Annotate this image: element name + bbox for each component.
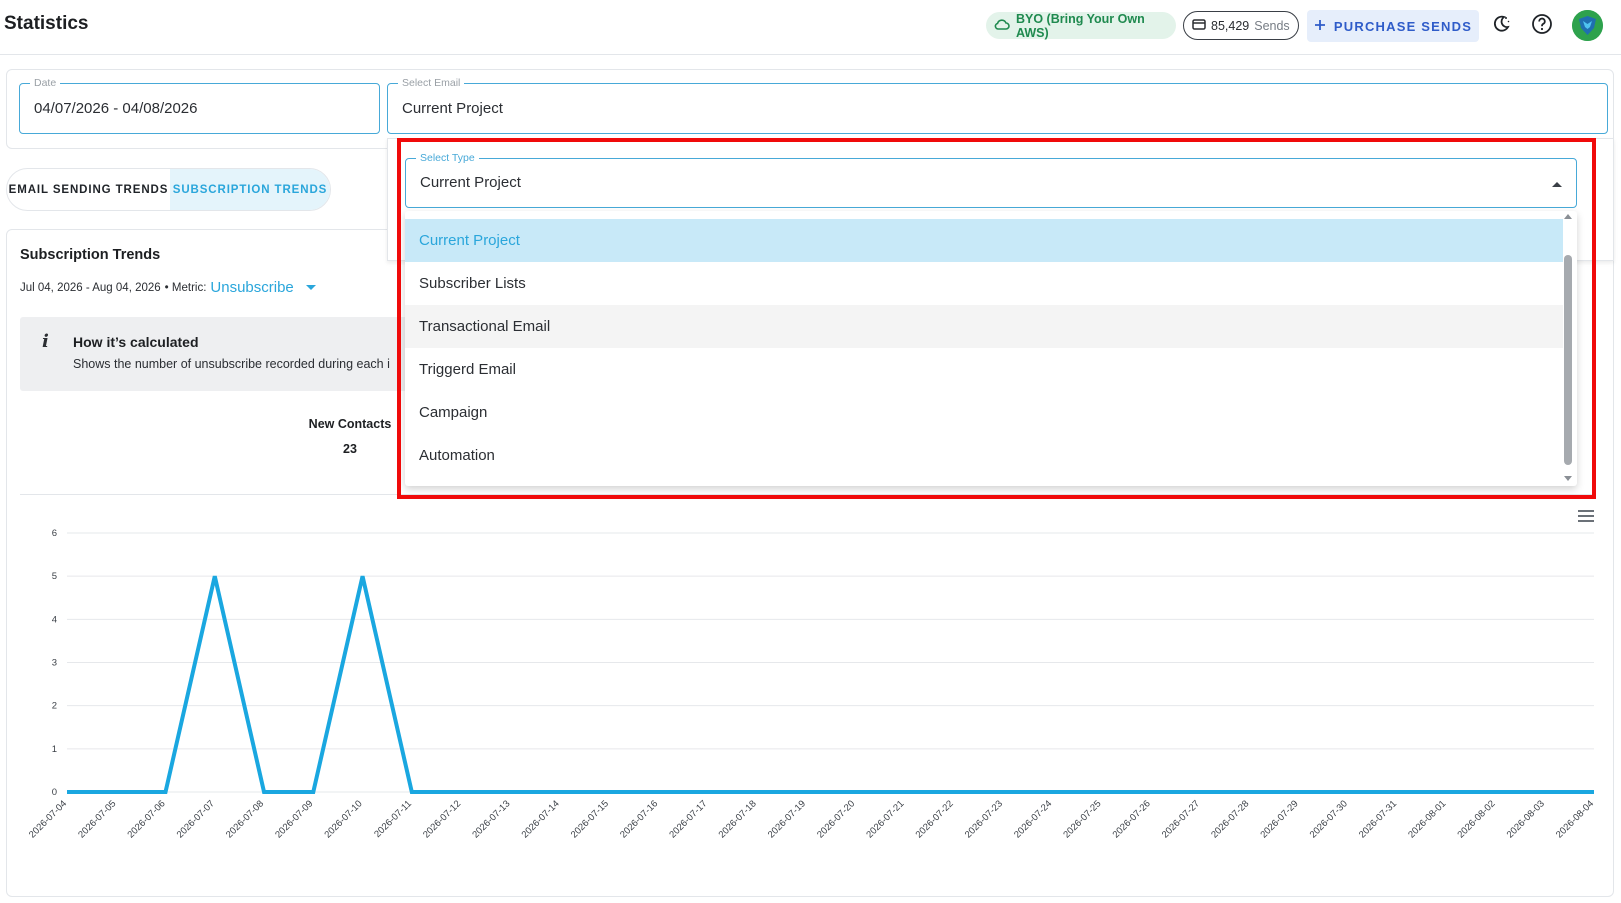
x-tick-label: 2026-07-07: [175, 798, 217, 840]
page-title: Statistics: [4, 13, 89, 34]
select-email-value: Current Project: [402, 100, 503, 117]
cloud-icon: [994, 18, 1010, 33]
plus-icon: [1314, 19, 1326, 34]
metric-select[interactable]: Unsubscribe: [210, 279, 293, 296]
y-tick-label: 0: [52, 787, 57, 798]
x-tick-label: 2026-07-05: [76, 798, 118, 840]
info-icon: i: [42, 331, 49, 352]
app-header: Statistics BYO (Bring Your Own AWS) 85,4…: [0, 0, 1621, 55]
x-tick-label: 2026-07-30: [1308, 798, 1350, 840]
y-tick-label: 2: [52, 701, 57, 712]
x-tick-label: 2026-07-09: [273, 798, 315, 840]
x-tick-label: 2026-07-23: [963, 798, 1005, 840]
trends-range: Jul 04, 2026 - Aug 04, 2026: [20, 281, 161, 294]
date-field-value: 04/07/2026 - 04/08/2026: [34, 100, 198, 117]
x-tick-label: 2026-07-22: [914, 798, 956, 840]
byo-aws-chip[interactable]: BYO (Bring Your Own AWS): [986, 11, 1176, 40]
byo-aws-label: BYO (Bring Your Own AWS): [1016, 11, 1145, 40]
sends-balance-chip[interactable]: 85,429 Sends: [1183, 11, 1299, 40]
x-tick-label: 2026-07-25: [1061, 798, 1103, 840]
x-tick-label: 2026-07-10: [323, 798, 365, 840]
dark-mode-toggle[interactable]: [1487, 12, 1515, 40]
trends-subtitle: Jul 04, 2026 - Aug 04, 2026 • Metric: Un…: [20, 279, 316, 296]
x-tick-label: 2026-08-03: [1505, 798, 1547, 840]
x-tick-label: 2026-07-24: [1012, 798, 1054, 840]
x-tick-label: 2026-07-18: [717, 798, 759, 840]
purchase-sends-label: PURCHASE SENDS: [1333, 18, 1473, 34]
x-tick-label: 2026-07-31: [1357, 798, 1399, 840]
y-tick-label: 1: [52, 744, 57, 755]
purchase-sends-button[interactable]: PURCHASE SENDS: [1307, 10, 1479, 42]
tab-subscription-trends[interactable]: SUBSCRIPTION TRENDS: [169, 169, 330, 210]
card-icon: [1192, 18, 1206, 33]
y-tick-label: 5: [52, 571, 57, 582]
x-tick-label: 2026-07-08: [224, 798, 266, 840]
x-tick-label: 2026-08-02: [1455, 798, 1497, 840]
help-button[interactable]: [1528, 12, 1556, 40]
highlight-box: [397, 138, 1596, 499]
subscription-trend-chart: 01234562026-07-04 2026-07-05 2026-07-06 202…: [27, 528, 1596, 840]
info-heading: How it’s calculated: [73, 334, 199, 350]
x-tick-label: 2026-07-28: [1209, 798, 1251, 840]
x-tick-label: 2026-07-20: [815, 798, 857, 840]
info-text: Shows the number of unsubscribe recorded…: [73, 357, 390, 371]
select-email-label: Select Email: [398, 77, 465, 89]
date-field-label: Date: [30, 77, 61, 89]
sends-count: 85,429: [1211, 18, 1250, 33]
x-tick-label: 2026-07-13: [470, 798, 512, 840]
y-tick-label: 6: [52, 528, 57, 539]
avatar-image: [1572, 10, 1603, 41]
x-tick-label: 2026-07-12: [421, 798, 463, 840]
x-tick-label: 2026-07-11: [372, 798, 414, 840]
new-contacts-value: 23: [343, 442, 357, 456]
x-tick-label: 2026-08-04: [1554, 798, 1596, 840]
x-tick-label: 2026-07-27: [1160, 798, 1202, 840]
select-email-field[interactable]: Select Email Current Project: [387, 77, 1608, 134]
sends-label: Sends: [1254, 18, 1290, 33]
moon-icon: [1491, 14, 1511, 39]
x-tick-label: 2026-07-17: [667, 798, 709, 840]
metric-prefix: • Metric:: [164, 281, 207, 294]
x-tick-label: 2026-07-19: [766, 798, 808, 840]
x-tick-label: 2026-07-14: [520, 798, 562, 840]
chevron-down-icon[interactable]: [305, 285, 316, 290]
x-tick-label: 2026-07-15: [569, 798, 611, 840]
y-tick-label: 3: [52, 658, 57, 669]
x-tick-label: 2026-07-16: [618, 798, 660, 840]
help-icon: [1531, 13, 1553, 40]
trend-tabs: EMAIL SENDING TRENDS SUBSCRIPTION TRENDS: [6, 168, 331, 211]
x-tick-label: 2026-07-21: [864, 798, 906, 840]
x-tick-label: 2026-07-04: [27, 798, 69, 840]
y-tick-label: 4: [52, 614, 57, 625]
series-line[interactable]: [67, 575, 1594, 794]
date-range-field[interactable]: Date 04/07/2026 - 04/08/2026: [19, 77, 380, 134]
trends-title: Subscription Trends: [20, 247, 161, 263]
new-contacts-label: New Contacts: [308, 417, 392, 431]
x-tick-label: 2026-07-29: [1258, 798, 1300, 840]
tab-email-sending-trends[interactable]: EMAIL SENDING TRENDS: [7, 169, 170, 210]
user-avatar[interactable]: [1572, 10, 1603, 41]
x-tick-label: 2026-07-06: [125, 798, 167, 840]
x-tick-label: 2026-07-26: [1111, 798, 1153, 840]
x-tick-label: 2026-08-01: [1406, 798, 1448, 840]
